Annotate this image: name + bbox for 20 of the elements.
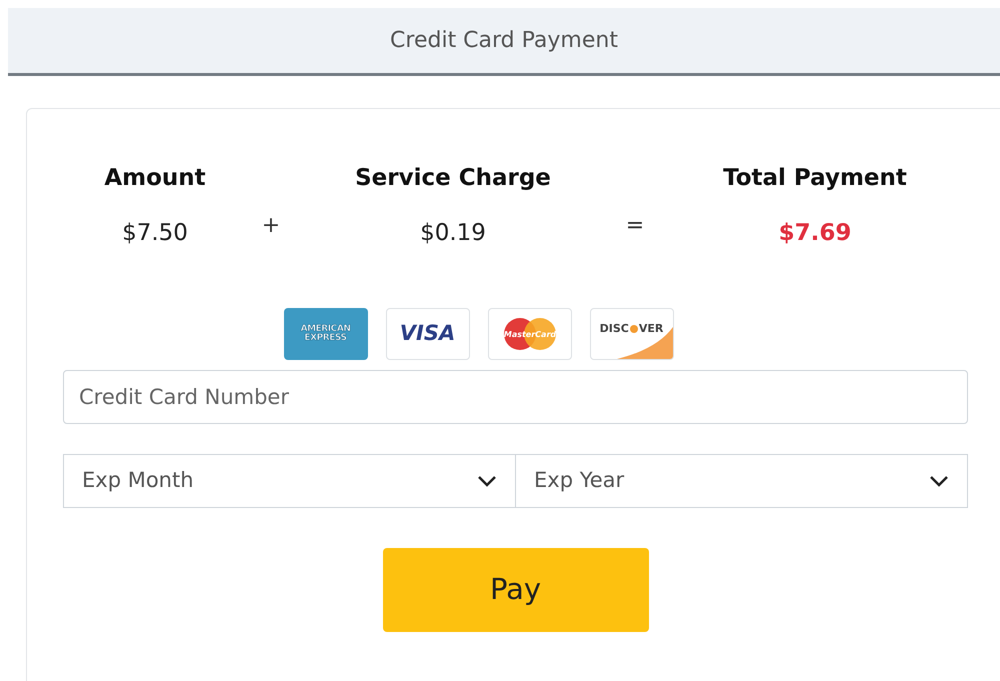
logo-text: AMERICAN: [300, 325, 350, 334]
summary-value: $7.50: [122, 218, 188, 248]
chevron-down-icon: [477, 475, 497, 487]
chevron-down-icon: [929, 475, 949, 487]
summary-value: $0.19: [420, 218, 486, 248]
summary-label: Service Charge: [355, 164, 551, 193]
interlocking-circles-logo: MasterCard: [502, 317, 558, 351]
card-number-field[interactable]: Credit Card Number: [63, 370, 968, 424]
logo-text: VISA: [400, 320, 456, 348]
operator-sign: =: [626, 212, 644, 240]
operator-sign: +: [262, 212, 280, 240]
logo-text: EXPRESS: [304, 334, 347, 343]
pay-button[interactable]: Pay: [382, 548, 648, 632]
summary-label: Amount: [104, 164, 206, 193]
summary-value: $7.69: [778, 218, 852, 248]
summary-label: Total Payment: [723, 164, 907, 193]
logo-text: DISC VER: [600, 321, 664, 337]
page-title: Credit Card Payment: [390, 27, 618, 55]
exp-year-select[interactable]: Exp Year: [516, 454, 968, 508]
exp-month-select[interactable]: Exp Month: [63, 454, 516, 508]
